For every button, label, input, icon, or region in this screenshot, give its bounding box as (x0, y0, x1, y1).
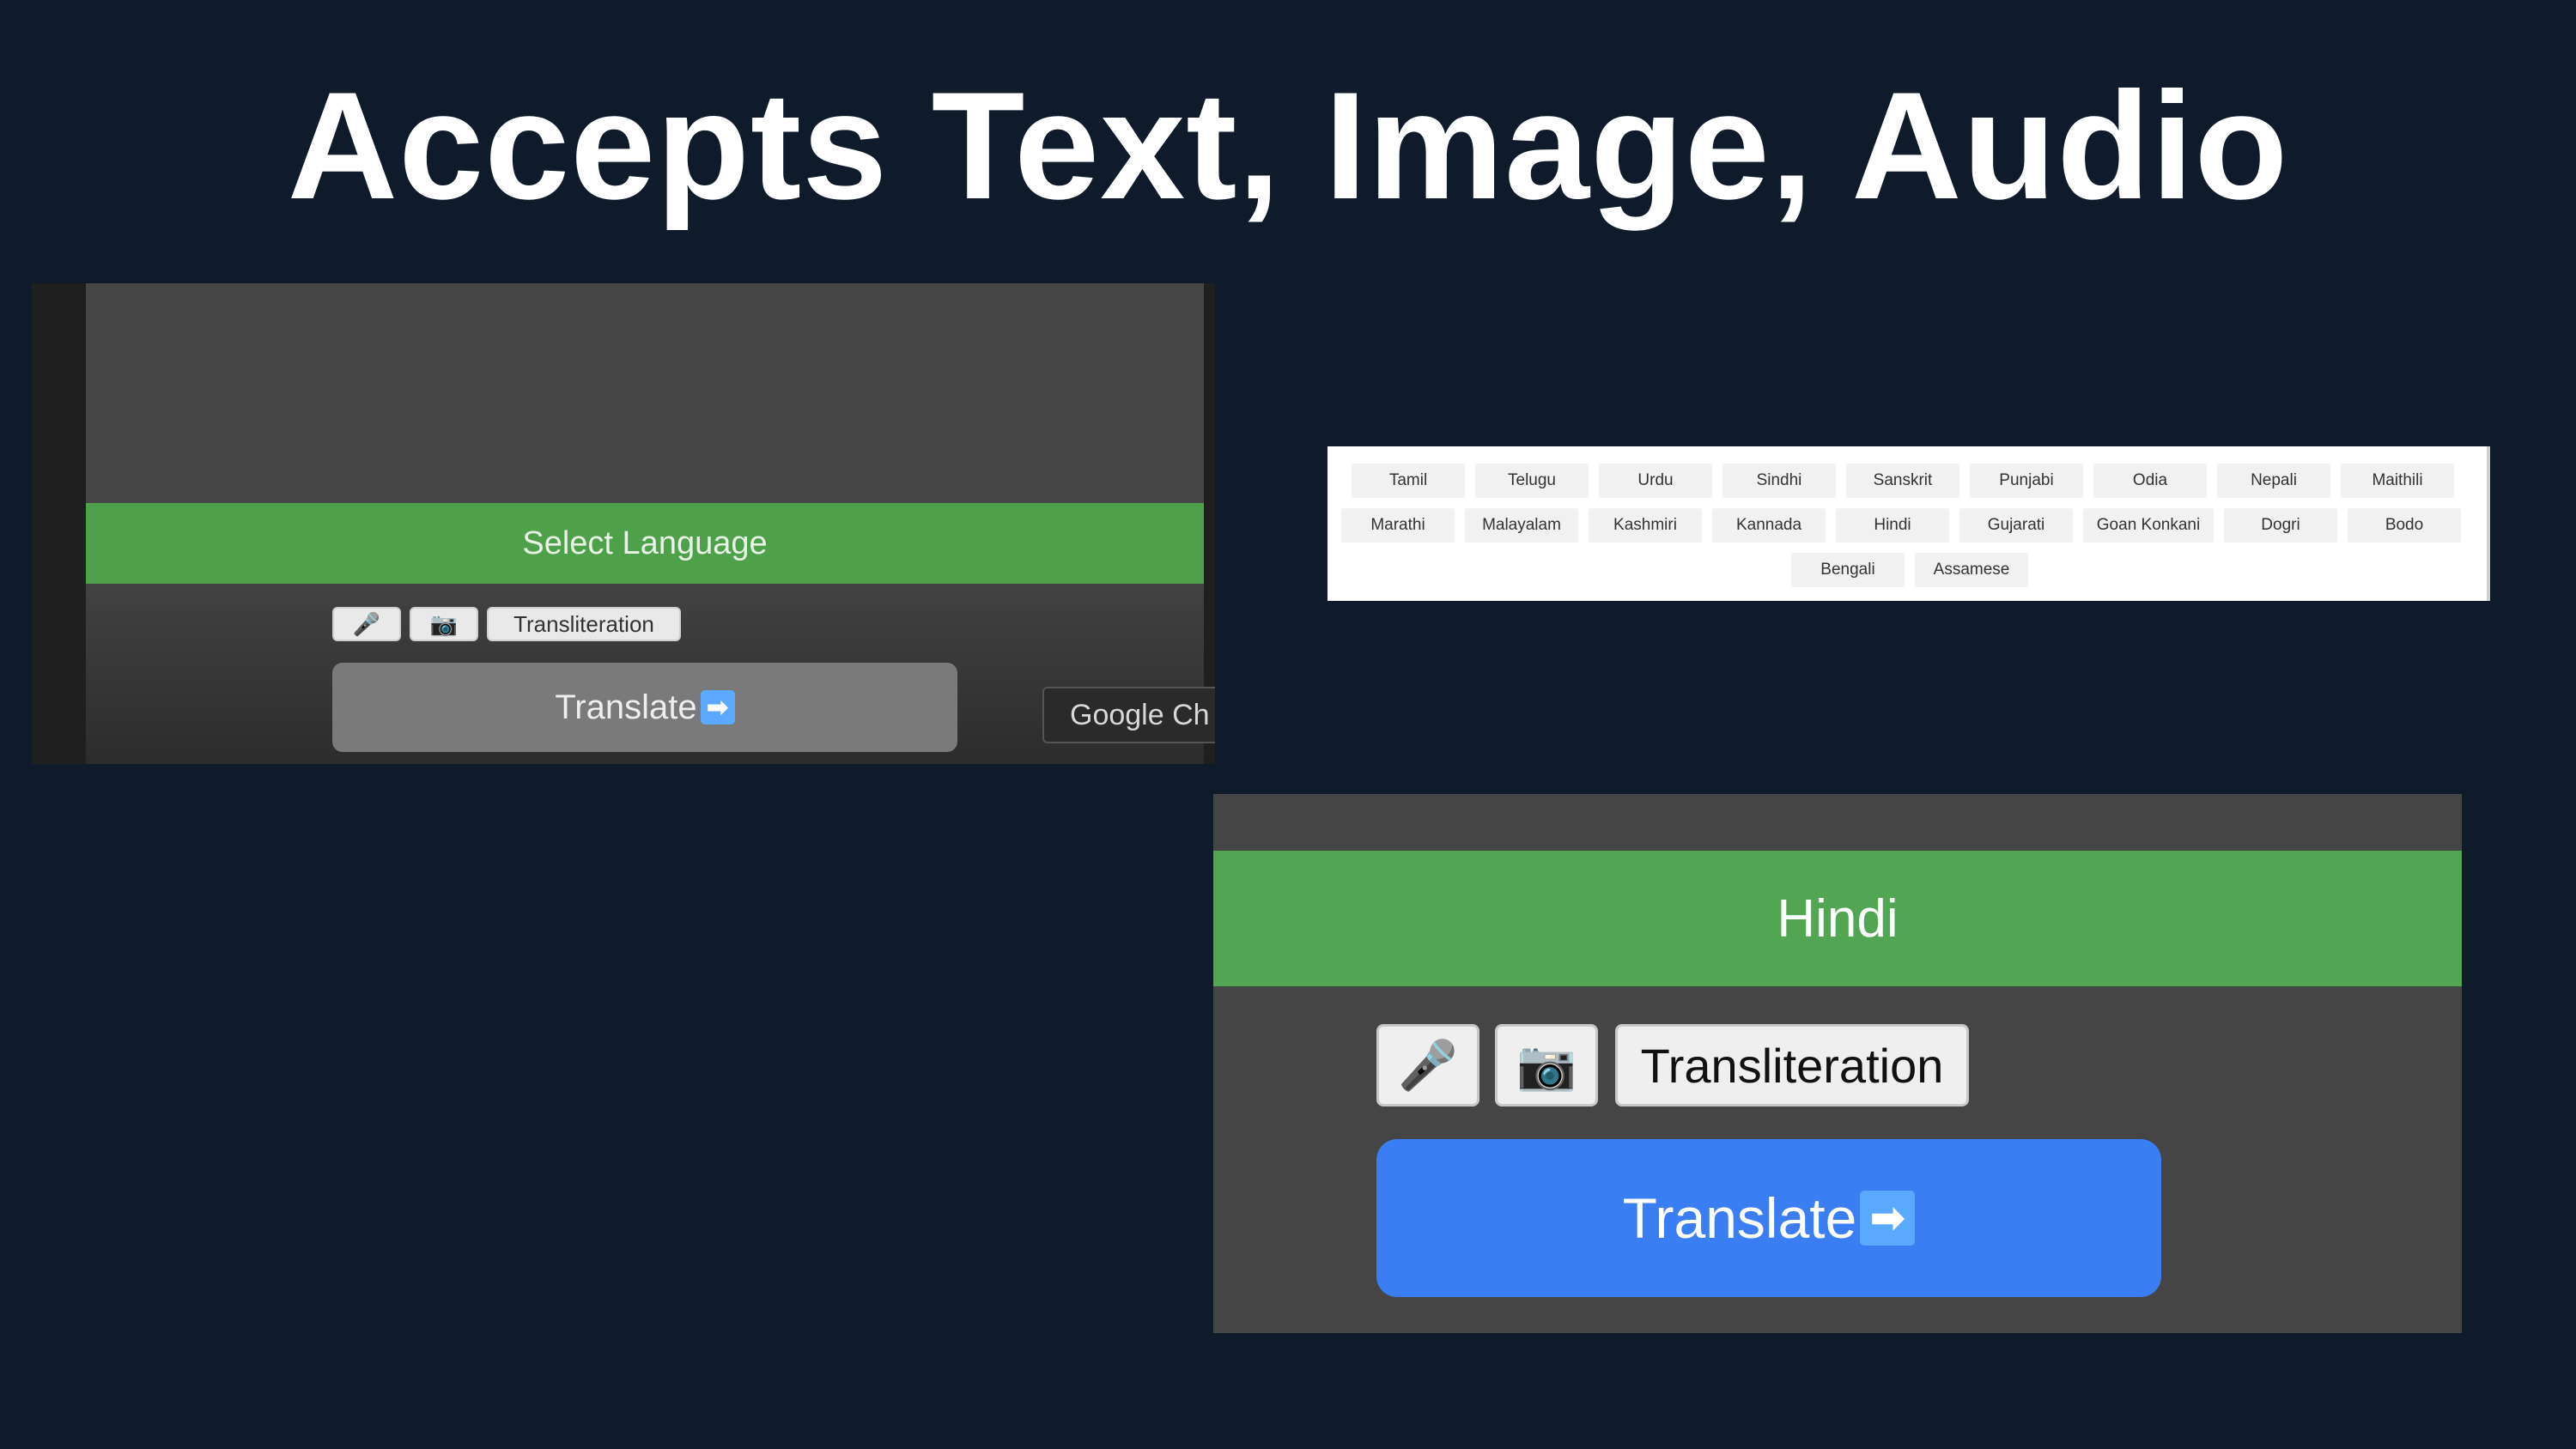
language-option-marathi[interactable]: Marathi (1341, 508, 1455, 543)
language-option-malayalam[interactable]: Malayalam (1465, 508, 1578, 543)
screenshot-select-language: Select Language 🎤 📷 Transliteration Tran… (32, 283, 1215, 764)
language-option-tamil[interactable]: Tamil (1352, 464, 1465, 498)
language-option-bengali[interactable]: Bengali (1791, 553, 1905, 587)
language-option-hindi[interactable]: Hindi (1836, 508, 1949, 543)
language-option-telugu[interactable]: Telugu (1475, 464, 1589, 498)
camera-button[interactable]: 📷 (410, 607, 478, 641)
language-option-bodo[interactable]: Bodo (2348, 508, 2461, 543)
screenshot-language-grid: Tamil Telugu Urdu Sindhi Sanskrit Punjab… (1327, 446, 2490, 601)
language-option-assamese[interactable]: Assamese (1915, 553, 2028, 587)
screenshot-hindi-selected: Hindi 🎤 📷 Transliteration Translate ➡ (1213, 794, 2462, 1333)
microphone-icon: 🎤 (1398, 1038, 1458, 1092)
language-option-sindhi[interactable]: Sindhi (1722, 464, 1836, 498)
language-option-urdu[interactable]: Urdu (1599, 464, 1712, 498)
language-option-gujarati[interactable]: Gujarati (1959, 508, 2073, 543)
microphone-button[interactable]: 🎤 (1376, 1024, 1479, 1106)
language-option-odia[interactable]: Odia (2093, 464, 2207, 498)
language-option-nepali[interactable]: Nepali (2217, 464, 2330, 498)
language-option-sanskrit[interactable]: Sanskrit (1846, 464, 1959, 498)
slide-title: Accepts Text, Image, Audio (287, 60, 2289, 231)
language-option-dogri[interactable]: Dogri (2224, 508, 2337, 543)
language-option-maithili[interactable]: Maithili (2341, 464, 2454, 498)
selected-language-button[interactable]: Hindi (1213, 851, 2462, 986)
select-language-button[interactable]: Select Language (86, 503, 1204, 584)
language-option-punjabi[interactable]: Punjabi (1970, 464, 2083, 498)
right-arrow-icon: ➡ (700, 690, 735, 724)
transliteration-button[interactable]: Transliteration (1615, 1024, 1969, 1106)
camera-button[interactable]: 📷 (1495, 1024, 1598, 1106)
translate-label: Translate (555, 688, 697, 726)
camera-icon: 📷 (1516, 1038, 1577, 1092)
translate-label: Translate (1622, 1186, 1857, 1250)
transliteration-button[interactable]: Transliteration (487, 607, 681, 641)
right-arrow-icon: ➡ (1860, 1191, 1916, 1246)
microphone-button[interactable]: 🎤 (332, 607, 401, 641)
language-option-kannada[interactable]: Kannada (1712, 508, 1826, 543)
translate-button[interactable]: Translate ➡ (1376, 1139, 2161, 1297)
camera-icon: 📷 (429, 610, 459, 637)
tooltip: Google Ch (1042, 687, 1215, 743)
language-option-kashmiri[interactable]: Kashmiri (1589, 508, 1702, 543)
language-option-goan-konkani[interactable]: Goan Konkani (2083, 508, 2214, 543)
microphone-icon: 🎤 (352, 610, 381, 637)
translate-button[interactable]: Translate ➡ (332, 663, 957, 752)
